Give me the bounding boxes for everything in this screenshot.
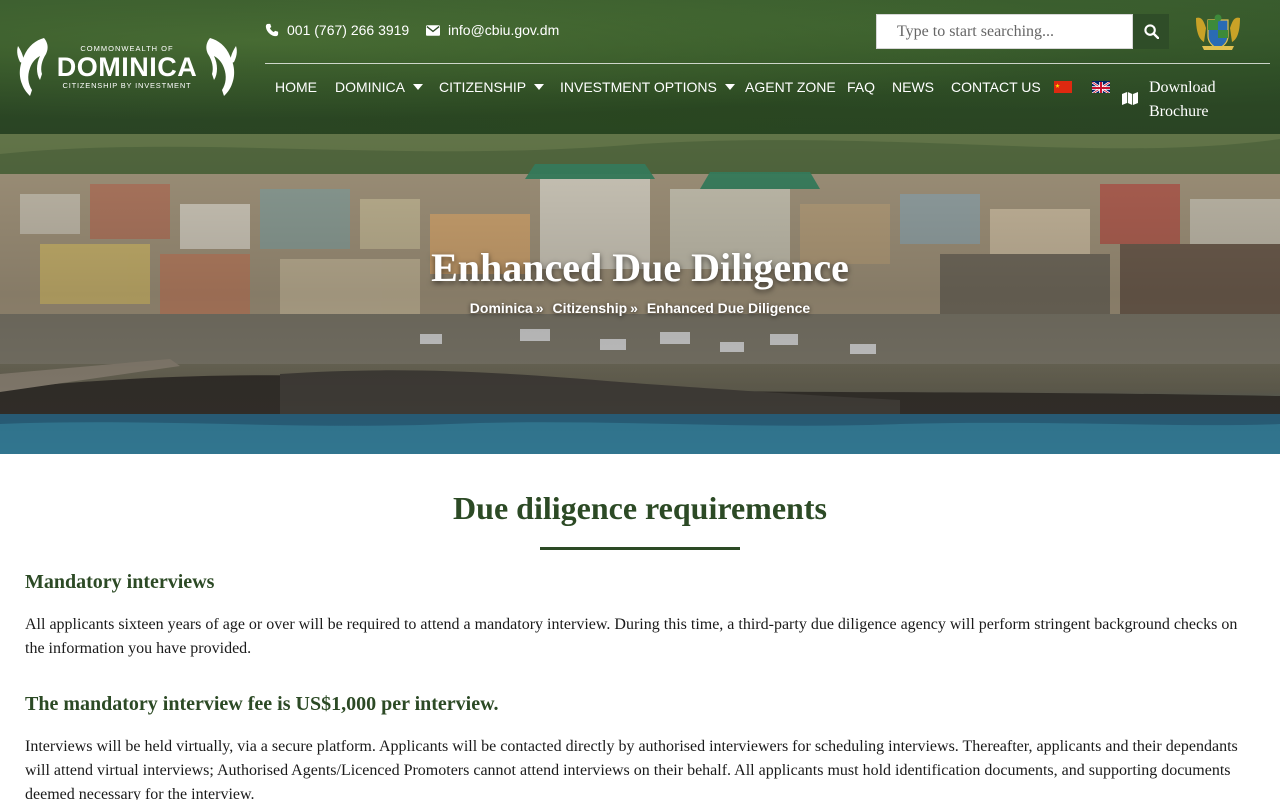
email-address: info@cbiu.gov.dm — [448, 22, 560, 38]
search-icon — [1143, 24, 1159, 39]
nav-home[interactable]: HOME — [275, 79, 317, 95]
email-link[interactable]: info@cbiu.gov.dm — [426, 22, 559, 38]
parrot-icon — [17, 38, 48, 96]
nav-faq[interactable]: FAQ — [847, 79, 875, 95]
phone-link[interactable]: 001 (767) 266 3919 — [265, 22, 409, 38]
phone-number: 001 (767) 266 3919 — [287, 22, 410, 38]
language-chinese-flag-icon[interactable] — [1054, 81, 1072, 93]
breadcrumb-separator: » — [535, 300, 544, 316]
nav-news[interactable]: NEWS — [892, 79, 934, 95]
map-icon — [1122, 92, 1138, 105]
site-header: COMMONWEALTH OF DOMINICA CITIZENSHIP BY … — [0, 0, 1280, 134]
nav-citizenship[interactable]: CITIZENSHIP — [439, 79, 545, 95]
coat-of-arms-icon — [1196, 14, 1240, 50]
paragraph-interviews: All applicants sixteen years of age or o… — [25, 616, 1238, 657]
paragraph-virtual-interviews: Interviews will be held virtually, via a… — [25, 738, 1238, 800]
search-button[interactable] — [1133, 14, 1169, 49]
breadcrumb-separator: » — [630, 300, 638, 316]
nav-divider — [265, 63, 1270, 64]
title-underline — [540, 547, 740, 550]
page-title: Enhanced Due Diligence — [431, 245, 849, 290]
envelope-icon — [426, 24, 440, 36]
site-logo[interactable]: COMMONWEALTH OF DOMINICA CITIZENSHIP BY … — [14, 34, 240, 100]
subhead-interview-fee: The mandatory interview fee is US$1,000 … — [25, 693, 499, 715]
logo-tagline: CITIZENSHIP BY INVESTMENT — [62, 81, 192, 90]
breadcrumb-current: Enhanced Due Diligence — [646, 300, 811, 316]
breadcrumb: Dominica» Citizenship» Enhanced Due Dili… — [0, 300, 1280, 316]
breadcrumb-dominica[interactable]: Dominica — [470, 300, 533, 316]
download-brochure-link[interactable]: Download Brochure — [1122, 76, 1229, 124]
caret-down-icon — [413, 84, 423, 90]
breadcrumb-citizenship[interactable]: Citizenship — [552, 300, 627, 316]
hero-banner: Enhanced Due Diligence Dominica» Citizen… — [0, 134, 1280, 454]
language-english-flag-icon[interactable] — [1092, 81, 1110, 93]
nav-investment-options[interactable]: INVESTMENT OPTIONS — [560, 79, 735, 95]
download-brochure-label: Download Brochure — [1149, 79, 1216, 120]
parrot-icon — [206, 38, 237, 96]
caret-down-icon — [724, 84, 735, 90]
section-title: Due diligence requirements — [453, 490, 827, 526]
nav-agent-zone[interactable]: AGENT ZONE — [745, 79, 836, 95]
search-input[interactable] — [876, 14, 1133, 49]
nav-dominica[interactable]: DOMINICA — [335, 79, 423, 95]
subhead-mandatory-interviews: Mandatory interviews — [25, 571, 215, 593]
logo-name: DOMINICA — [56, 52, 198, 82]
caret-down-icon — [534, 84, 545, 90]
nav-contact-us[interactable]: CONTACT US — [951, 79, 1041, 95]
phone-icon — [265, 23, 279, 37]
